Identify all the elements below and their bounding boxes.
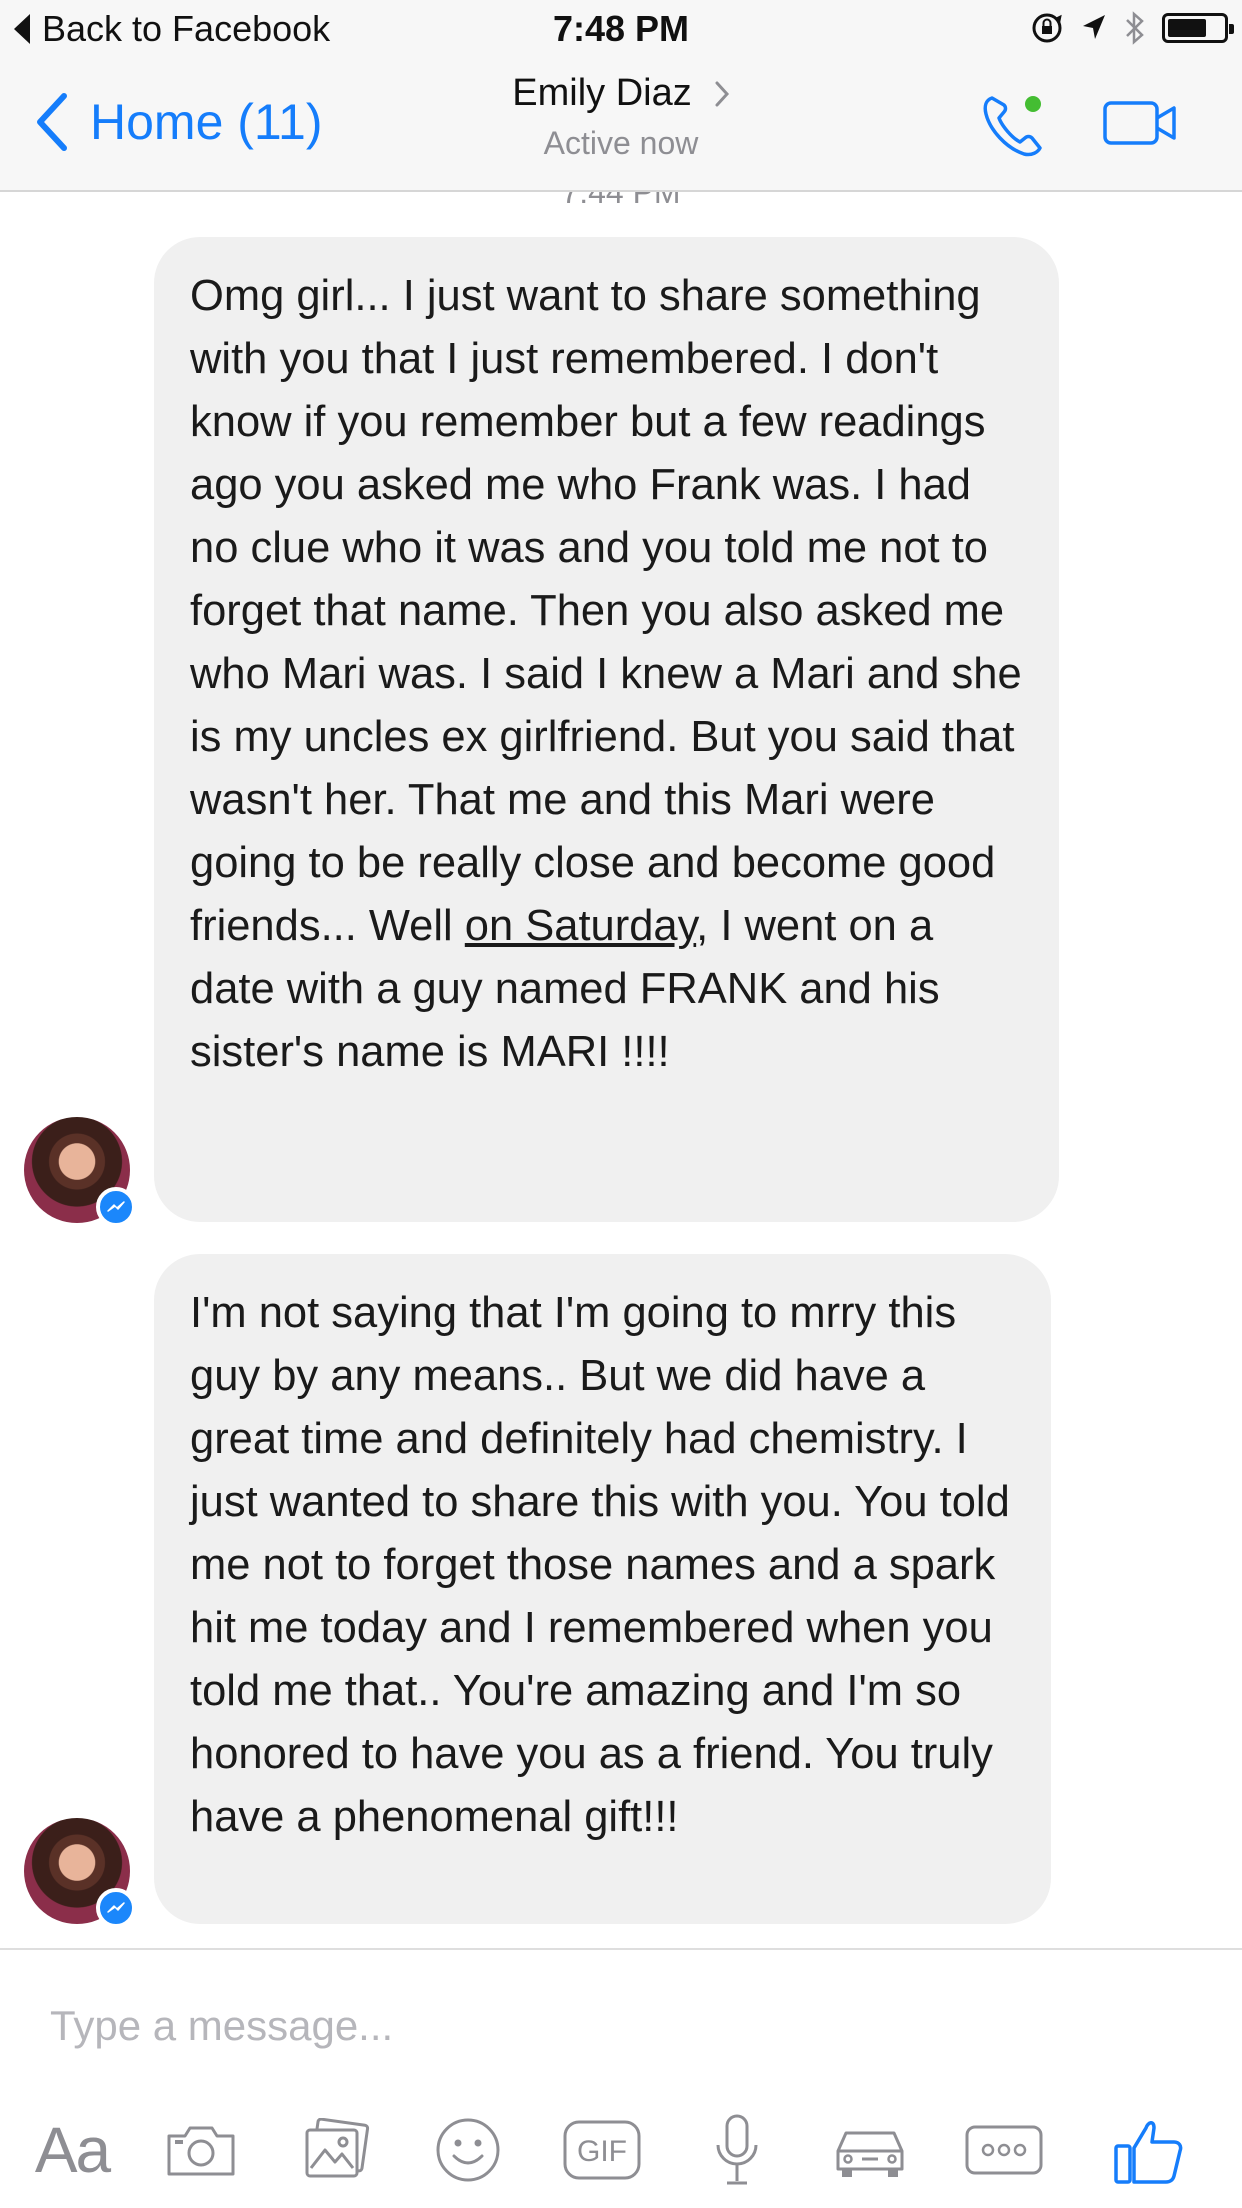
microphone-button[interactable] bbox=[700, 2100, 774, 2200]
voice-call-button[interactable] bbox=[980, 90, 1048, 167]
status-bar: Back to Facebook 7:48 PM bbox=[0, 0, 1242, 60]
car-icon bbox=[836, 2131, 904, 2177]
text-format-icon: Aa bbox=[34, 2114, 111, 2186]
message-timestamp: 7:44 PM bbox=[561, 192, 681, 210]
contact-name-button[interactable]: Emily Diaz bbox=[512, 72, 729, 115]
svg-text:GIF: GIF bbox=[577, 2135, 627, 2168]
video-camera-icon bbox=[1103, 101, 1176, 145]
messenger-badge-icon bbox=[96, 1888, 136, 1928]
chevron-right-icon bbox=[715, 81, 729, 106]
transportation-button[interactable] bbox=[830, 2100, 910, 2200]
more-icon bbox=[965, 2125, 1043, 2175]
emoji-icon bbox=[436, 2118, 500, 2182]
status-icons bbox=[1030, 10, 1234, 46]
message-composer: Aa bbox=[0, 1948, 1242, 2208]
message-text: I'm not saying that I'm going to mrry th… bbox=[190, 1289, 1010, 1841]
gif-button[interactable]: GIF bbox=[562, 2100, 642, 2200]
message-bubble[interactable]: Omg girl... I just want to share somethi… bbox=[154, 237, 1059, 1222]
message-bubble[interactable]: I'm not saying that I'm going to mrry th… bbox=[154, 1254, 1051, 1924]
sender-avatar[interactable] bbox=[24, 1818, 136, 1928]
sender-avatar[interactable] bbox=[24, 1117, 136, 1227]
microphone-icon bbox=[716, 2114, 758, 2185]
orientation-lock-icon bbox=[1032, 13, 1062, 43]
more-button[interactable] bbox=[962, 2100, 1046, 2200]
composer-toolbar: Aa GIF bbox=[0, 2100, 1242, 2200]
emoji-button[interactable] bbox=[430, 2100, 506, 2200]
bluetooth-icon bbox=[1126, 11, 1144, 45]
phone-icon bbox=[983, 96, 1042, 157]
location-arrow-icon bbox=[1083, 15, 1105, 39]
message-input[interactable] bbox=[48, 1990, 1202, 2062]
camera-button[interactable] bbox=[158, 2100, 244, 2200]
like-icon bbox=[1114, 2121, 1183, 2184]
gif-icon: GIF bbox=[563, 2120, 641, 2180]
video-call-button[interactable] bbox=[1102, 100, 1178, 151]
message-text: Omg girl... I just want to share somethi… bbox=[190, 272, 1022, 950]
messenger-badge-icon bbox=[96, 1187, 136, 1227]
active-status: Active now bbox=[543, 125, 699, 161]
gallery-icon bbox=[305, 2118, 370, 2178]
battery-level bbox=[1168, 19, 1206, 37]
battery-icon bbox=[1162, 13, 1234, 43]
like-button[interactable] bbox=[1108, 2100, 1188, 2200]
contact-header: Emily Diaz Active now bbox=[0, 72, 1242, 162]
text-format-button[interactable]: Aa bbox=[22, 2100, 122, 2200]
gallery-button[interactable] bbox=[296, 2100, 376, 2200]
camera-icon bbox=[167, 2126, 235, 2176]
conversation-view[interactable]: 7:44 PM Omg girl... I just want to share… bbox=[0, 192, 1242, 1947]
underlined-text: on Saturday bbox=[464, 902, 697, 950]
contact-name: Emily Diaz bbox=[512, 72, 692, 114]
navigation-bar: Home (11) Emily Diaz Active now bbox=[0, 60, 1242, 192]
online-indicator bbox=[1025, 96, 1041, 112]
